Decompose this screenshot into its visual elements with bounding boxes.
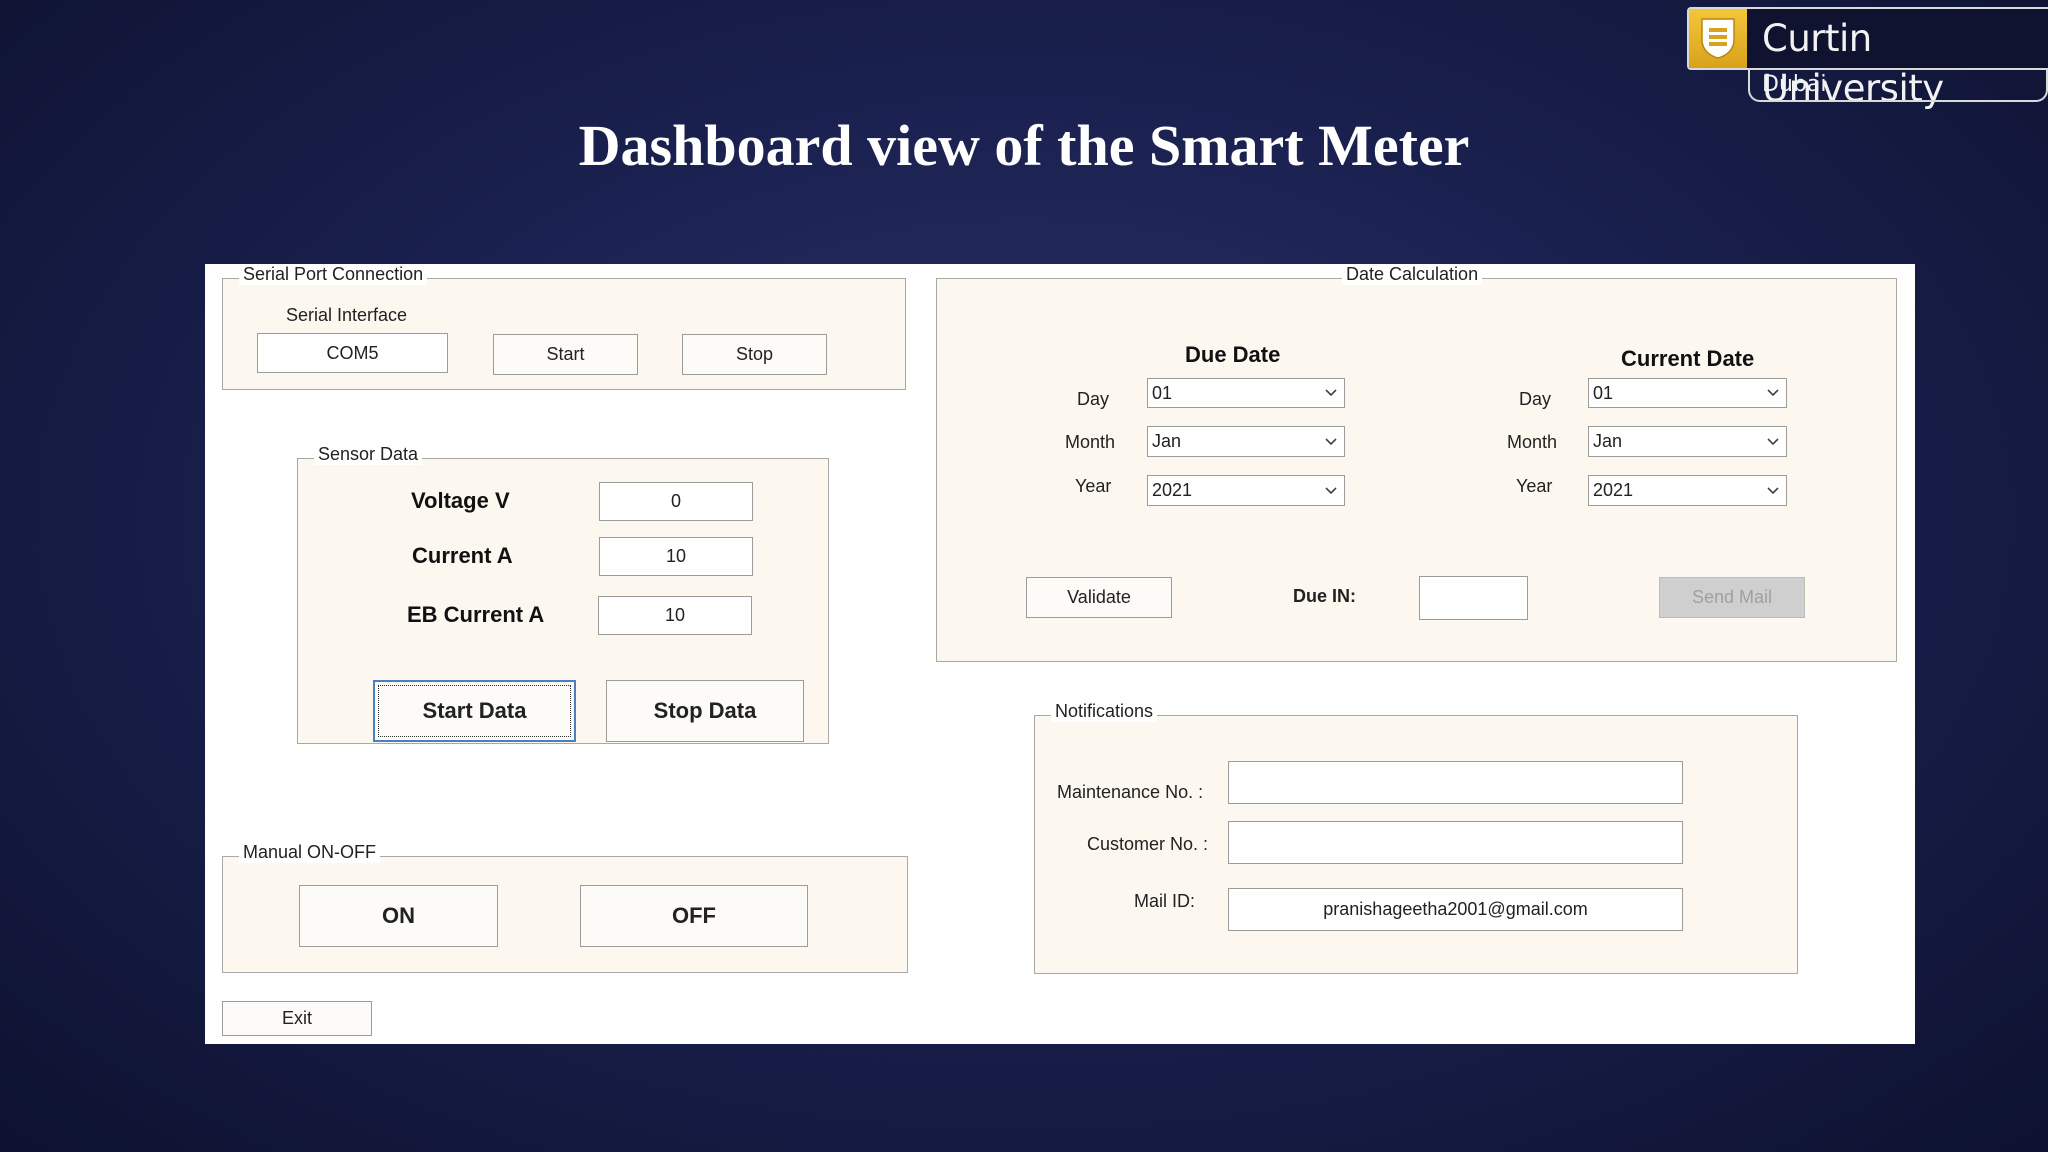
start-data-button[interactable]: Start Data [373,680,576,742]
due-month-label: Month [1065,432,1116,452]
manual-on-off-group: Manual ON-OFF ON OFF [222,842,908,973]
send-mail-button[interactable]: Send Mail [1659,577,1805,618]
due-day-value: 01 [1152,382,1173,403]
due-day-label: Day [1077,389,1110,409]
current-month-label: Month [1507,432,1558,452]
chevron-down-icon [1767,437,1779,445]
notifications-group: Notifications Maintenance No. : Customer… [1034,701,1798,974]
serial-start-button[interactable]: Start [493,334,638,375]
customer-no-label: Customer No. : [1087,834,1209,854]
manual-on-off-legend: Manual ON-OFF [239,842,381,863]
off-button[interactable]: OFF [580,885,808,947]
voltage-label: Voltage V [411,488,510,513]
eb-current-field[interactable]: 10 [598,596,752,635]
current-date-title: Current Date [1621,346,1755,371]
app-window: Serial Port Connection Serial Interface … [205,264,1915,1044]
stop-data-button[interactable]: Stop Data [606,680,804,742]
chevron-down-icon [1325,437,1337,445]
current-month-select[interactable]: Jan [1588,426,1787,457]
serial-port-field[interactable]: COM5 [257,333,448,373]
exit-button[interactable]: Exit [222,1001,372,1036]
eb-current-label: EB Current A [407,602,545,627]
validate-button[interactable]: Validate [1026,577,1172,618]
due-date-title: Due Date [1185,342,1281,367]
on-button[interactable]: ON [299,885,498,947]
customer-no-field[interactable] [1228,821,1683,864]
serial-interface-label: Serial Interface [286,305,408,325]
slide-title: Dashboard view of the Smart Meter [578,113,1470,178]
due-in-field[interactable] [1419,576,1528,620]
chevron-down-icon [1325,389,1337,397]
logo-name: Curtin University [1762,17,1944,110]
current-year-value: 2021 [1593,480,1634,500]
due-day-select[interactable]: 01 [1147,378,1345,408]
chevron-down-icon [1767,389,1779,397]
maintenance-no-label: Maintenance No. : [1057,782,1204,802]
due-year-label: Year [1075,476,1112,496]
voltage-field[interactable]: 0 [599,482,753,521]
crest-icon [1689,9,1747,68]
current-year-label: Year [1516,476,1553,496]
current-day-label: Day [1519,389,1552,409]
date-calculation-group: Date Calculation Due Date Day 01 Month J… [936,264,1897,662]
current-month-value: Jan [1593,431,1623,451]
chevron-down-icon [1325,486,1337,494]
current-label: Current A [412,543,513,568]
serial-port-group: Serial Port Connection Serial Interface … [222,264,906,390]
due-month-select[interactable]: Jan [1147,426,1345,457]
due-year-value: 2021 [1152,480,1193,500]
sensor-data-group: Sensor Data Voltage V 0 Current A 10 EB … [297,444,829,744]
logo-campus: Dubai [1762,72,1827,97]
serial-stop-button[interactable]: Stop [682,334,827,375]
mail-id-field[interactable]: pranishageetha2001@gmail.com [1228,888,1683,931]
current-day-value: 01 [1593,382,1614,403]
date-calculation-legend: Date Calculation [1342,264,1483,285]
due-year-select[interactable]: 2021 [1147,475,1345,506]
current-field[interactable]: 10 [599,537,753,576]
current-year-select[interactable]: 2021 [1588,475,1787,506]
notifications-legend: Notifications [1051,701,1158,722]
serial-port-legend: Serial Port Connection [239,264,428,285]
current-day-select[interactable]: 01 [1588,378,1787,408]
sensor-data-legend: Sensor Data [314,444,423,465]
mail-id-label: Mail ID: [1134,891,1196,911]
due-in-label: Due IN: [1293,586,1356,606]
maintenance-no-field[interactable] [1228,761,1683,804]
due-month-value: Jan [1152,431,1182,451]
chevron-down-icon [1767,486,1779,494]
